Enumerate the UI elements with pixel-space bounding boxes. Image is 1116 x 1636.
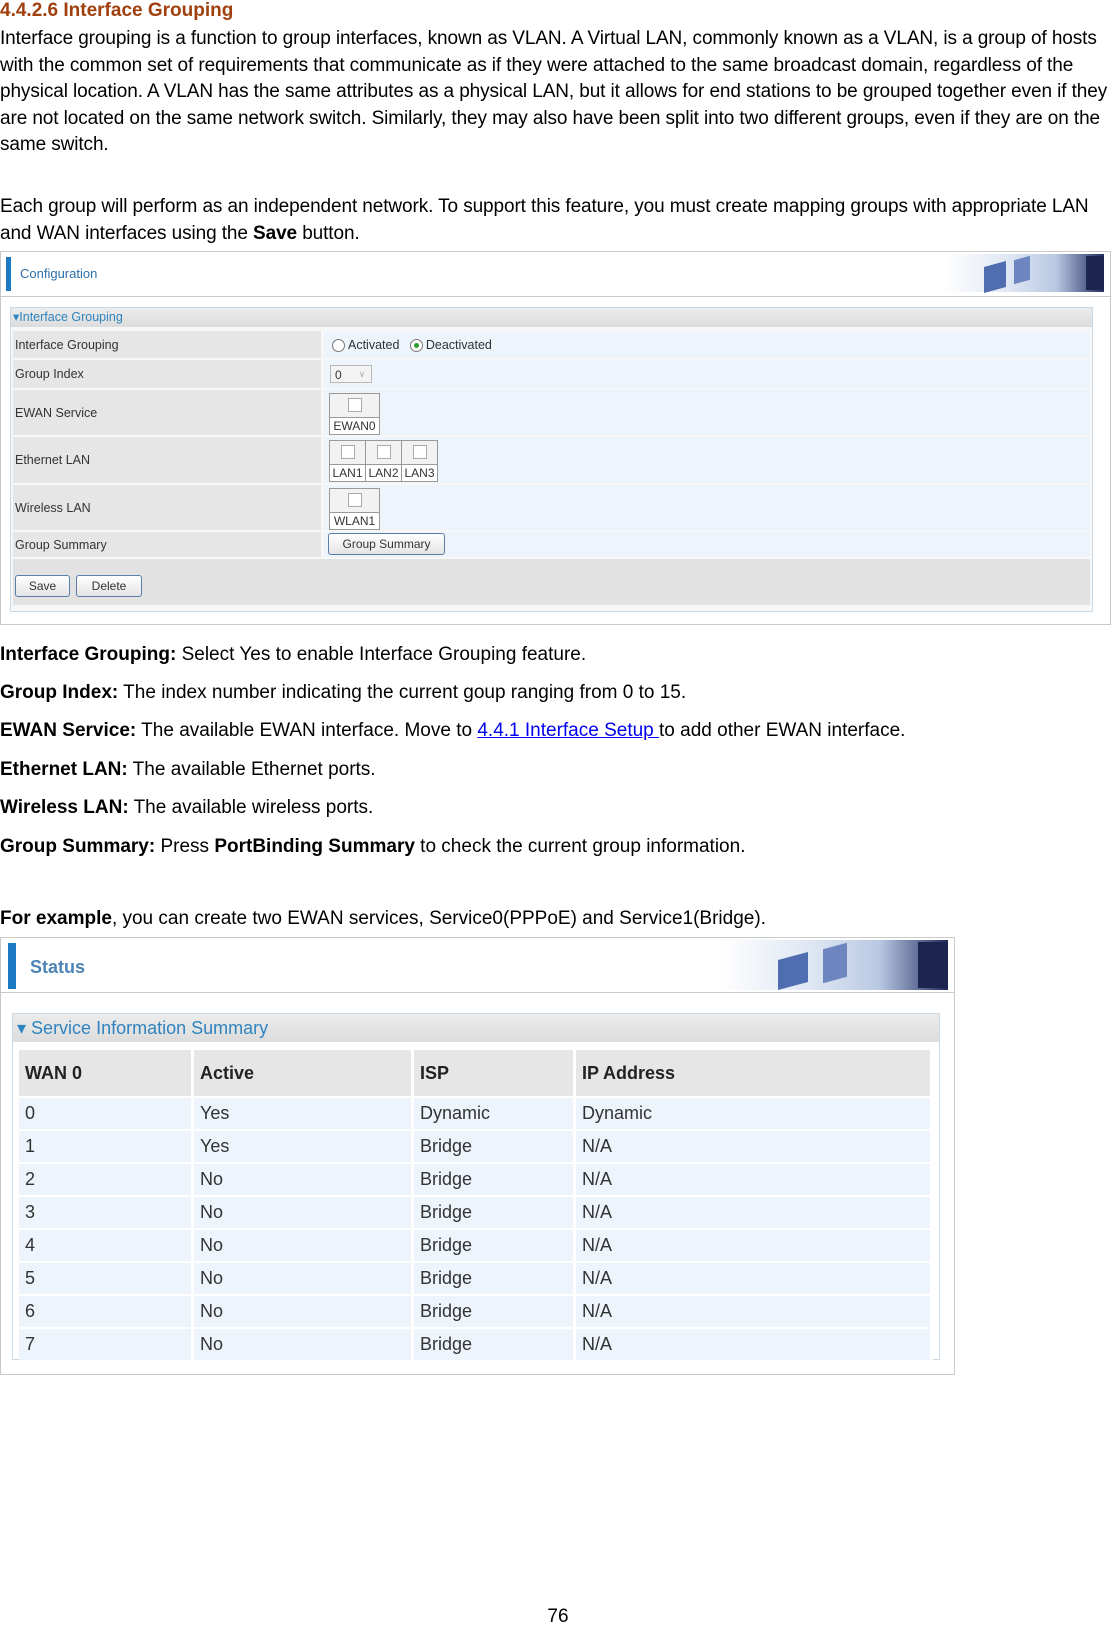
panel-title[interactable]: ▾Interface Grouping (11, 308, 1092, 327)
table-cell: 7 (19, 1329, 194, 1360)
section-heading: 4.4.2.6 Interface Grouping (0, 0, 234, 21)
row-group-summary: Group Summary Group Summary (13, 532, 1090, 557)
checkbox-wlan1[interactable]: WLAN1 (330, 489, 379, 529)
table-cell: No (194, 1197, 414, 1228)
table-cell: N/A (576, 1263, 933, 1294)
table-cell: 2 (19, 1164, 194, 1195)
desc-interface-grouping: Interface Grouping: Select Yes to enable… (0, 644, 587, 665)
interface-setup-link[interactable]: 4.4.1 Interface Setup (477, 720, 659, 741)
table-cell: Bridge (414, 1131, 576, 1162)
table-cell: N/A (576, 1329, 933, 1360)
table-cell: No (194, 1263, 414, 1294)
table-row: 1 Yes Bridge N/A (19, 1131, 933, 1162)
status-title: Status (30, 957, 86, 977)
table-row: 3 No Bridge N/A (19, 1197, 933, 1228)
table-cell: N/A (576, 1197, 933, 1228)
header-accent-bar (8, 943, 16, 989)
configuration-header-bar: Configuration (1, 252, 1110, 297)
collapse-triangle-icon: ▾ (17, 1018, 32, 1038)
table-cell: Bridge (414, 1263, 576, 1294)
header-accent-bar (6, 257, 11, 291)
table-cell: Bridge (414, 1296, 576, 1327)
table-cell: Dynamic (414, 1098, 576, 1129)
panel-title[interactable]: ▾ Service Information Summary (13, 1014, 939, 1042)
table-cell: Bridge (414, 1230, 576, 1261)
table-row: 4 No Bridge N/A (19, 1230, 933, 1261)
office-chairs-banner-image (718, 940, 948, 991)
configuration-title: Configuration (20, 266, 98, 281)
example-text: For example, you can create two EWAN ser… (0, 908, 766, 929)
status-screenshot: Status ▾ Service Information Summary WAN… (0, 937, 955, 1375)
table-row: 2 No Bridge N/A (19, 1164, 933, 1195)
table-cell: Yes (194, 1131, 414, 1162)
desc-ewan-service: EWAN Service: The available EWAN interfa… (0, 720, 906, 741)
checkbox-lan2[interactable]: LAN2 (366, 441, 402, 481)
interface-grouping-panel: ▾Interface Grouping Interface Grouping A… (10, 307, 1093, 612)
table-cell: 0 (19, 1098, 194, 1129)
table-cell: Bridge (414, 1164, 576, 1195)
table-cell: 6 (19, 1296, 194, 1327)
column-header: Active (194, 1050, 414, 1096)
checkbox-lan1[interactable]: LAN1 (330, 441, 366, 481)
table-row: 7 No Bridge N/A (19, 1329, 933, 1360)
column-header: WAN 0 (19, 1050, 194, 1096)
group-summary-button[interactable]: Group Summary (328, 533, 445, 555)
table-cell: No (194, 1329, 414, 1360)
table-cell: 3 (19, 1197, 194, 1228)
save-button[interactable]: Save (15, 575, 70, 597)
radio-activated[interactable] (332, 339, 345, 353)
table-cell: No (194, 1230, 414, 1261)
configuration-screenshot: Configuration ▾Interface Grouping Interf… (0, 251, 1111, 625)
table-cell: N/A (576, 1230, 933, 1261)
second-paragraph: Each group will perform as an independen… (0, 196, 1089, 244)
delete-button[interactable]: Delete (76, 575, 142, 597)
group-index-select[interactable]: 0 ∨ (330, 365, 372, 383)
save-emphasis: Save (253, 222, 298, 244)
desc-wireless-lan: Wireless LAN: The available wireless por… (0, 797, 374, 818)
table-cell: 4 (19, 1230, 194, 1261)
table-cell: 5 (19, 1263, 194, 1294)
table-cell: Bridge (414, 1329, 576, 1360)
column-header: ISP (414, 1050, 576, 1096)
desc-group-index: Group Index: The index number indicating… (0, 682, 687, 703)
status-header-bar: Status (1, 938, 954, 993)
table-cell: Dynamic (576, 1098, 933, 1129)
row-ethernet-lan: Ethernet LAN LAN1 LAN2 LAN3 (13, 437, 1090, 483)
office-chairs-banner-image (944, 254, 1104, 293)
table-row: 0 Yes Dynamic Dynamic (19, 1098, 933, 1129)
table-cell: No (194, 1296, 414, 1327)
table-cell: N/A (576, 1296, 933, 1327)
row-ewan-service: EWAN Service EWAN0 (13, 390, 1090, 435)
service-information-summary-panel: ▾ Service Information Summary WAN 0 Acti… (12, 1013, 940, 1360)
row-wireless-lan: Wireless LAN WLAN1 (13, 485, 1090, 530)
chevron-down-icon: ∨ (358, 369, 366, 379)
table-cell: Bridge (414, 1197, 576, 1228)
table-row: 5 No Bridge N/A (19, 1263, 933, 1294)
desc-ethernet-lan: Ethernet LAN: The available Ethernet por… (0, 759, 376, 780)
row-group-index: Group Index 0 ∨ (13, 360, 1090, 388)
table-cell: N/A (576, 1164, 933, 1195)
table-cell: No (194, 1164, 414, 1195)
checkbox-ewan0[interactable]: EWAN0 (330, 394, 379, 434)
intro-paragraph: Interface grouping is a function to grou… (0, 28, 1108, 155)
service-summary-table: WAN 0 Active ISP IP Address 0 Yes Dynamic D… (19, 1048, 933, 1362)
action-button-row: Save Delete (13, 559, 1090, 605)
desc-group-summary: Group Summary: Press PortBinding Summary… (0, 836, 746, 857)
radio-deactivated[interactable] (409, 339, 423, 353)
table-row: 6 No Bridge N/A (19, 1296, 933, 1327)
table-cell: 1 (19, 1131, 194, 1162)
page-number: 76 (547, 1606, 569, 1627)
column-header: IP Address (576, 1050, 933, 1096)
checkbox-lan3[interactable]: LAN3 (402, 441, 437, 481)
table-cell: N/A (576, 1131, 933, 1162)
row-interface-grouping: Interface Grouping Activated Deactivated (13, 331, 1090, 358)
table-cell: Yes (194, 1098, 414, 1129)
